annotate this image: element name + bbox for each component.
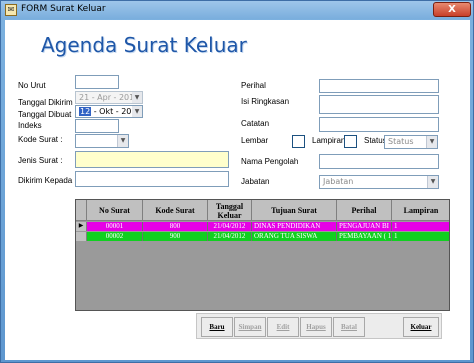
surat-grid[interactable]: No Surat Kode Surat Tanggal Keluar Tujua… [75, 199, 450, 311]
batal-button[interactable]: Batal [333, 317, 365, 337]
baru-button[interactable]: Baru [201, 317, 233, 337]
tanggal-dibuat-picker[interactable]: 12 - Okt - 2011 ▼ [75, 105, 143, 118]
cell-no-surat[interactable]: 00002 [87, 232, 143, 241]
dikirim-kepada-label: Dikirim Kepada [18, 176, 73, 185]
chevron-down-icon[interactable]: ▼ [427, 176, 438, 188]
dikirim-kepada-field[interactable] [75, 171, 229, 187]
grid-corner [76, 200, 87, 221]
jenis-surat-label: Jenis Surat : [18, 156, 63, 165]
page-title: Agenda Surat Keluar [41, 33, 247, 57]
cell-kode-surat[interactable]: 900 [143, 232, 208, 241]
col-header-tujuan-surat[interactable]: Tujuan Surat [252, 200, 337, 221]
row-selector [76, 232, 87, 241]
table-row[interactable]: 00002 900 21/04/2012 ORANG TUA SISWA PEM… [76, 232, 449, 241]
edit-button[interactable]: Edit [267, 317, 299, 337]
simpan-button[interactable]: Simpan [234, 317, 266, 337]
app-icon: ✉ [5, 4, 17, 16]
cell-lampiran[interactable]: 1 [392, 222, 450, 231]
cell-tujuan[interactable]: ORANG TUA SISWA [252, 232, 337, 241]
col-header-tanggal-keluar[interactable]: Tanggal Keluar [208, 200, 252, 221]
cell-kode-surat[interactable]: 800 [143, 222, 208, 231]
isi-ringkasan-field[interactable] [319, 95, 439, 114]
grid-header: No Surat Kode Surat Tanggal Keluar Tujua… [76, 200, 449, 221]
lampiran-label: Lampiran [312, 136, 346, 145]
table-row[interactable]: ▶ 00001 800 21/04/2012 DINAS PENDIDIKAN … [76, 222, 449, 231]
perihal-field[interactable] [319, 79, 439, 93]
catatan-label: Catatan [241, 119, 270, 128]
hapus-button[interactable]: Hapus [300, 317, 332, 337]
status-placeholder: Status [388, 137, 414, 146]
tanggal-dikirim-picker[interactable]: 21 - Apr - 2012 ▼ [75, 91, 143, 104]
col-header-lampiran[interactable]: Lampiran [392, 200, 450, 221]
tanggal-dikirim-label: Tanggal Dikirim [18, 98, 73, 107]
col-header-perihal[interactable]: Perihal [337, 200, 392, 221]
cell-no-surat[interactable]: 00001 [87, 222, 143, 231]
jabatan-placeholder: Jabatan [323, 177, 354, 186]
cell-perihal[interactable]: PEMBAYAAN ( 1 [337, 232, 392, 241]
cell-tanggal[interactable]: 21/04/2012 [208, 232, 252, 241]
nama-pengolah-field[interactable] [319, 154, 439, 169]
chevron-down-icon[interactable]: ▼ [117, 135, 128, 147]
indeks-label: Indeks [18, 121, 42, 130]
no-urut-label: No Urut [18, 81, 46, 90]
form-window: ✉ FORM Surat Keluar X Agenda Surat Kelua… [0, 0, 474, 363]
jabatan-select[interactable]: Jabatan ▼ [319, 175, 439, 189]
status-select[interactable]: Status ▼ [384, 135, 438, 149]
keluar-button[interactable]: Keluar [403, 317, 439, 337]
chevron-down-icon[interactable]: ▼ [132, 106, 142, 117]
row-selector-icon: ▶ [76, 222, 87, 231]
nama-pengolah-label: Nama Pengolah [241, 157, 299, 166]
lembar-label: Lembar [241, 136, 269, 145]
indeks-field[interactable] [75, 119, 119, 133]
lampiran-field[interactable] [344, 135, 357, 148]
cell-lampiran[interactable]: 1 [392, 232, 450, 241]
jabatan-label: Jabatan [241, 177, 270, 186]
catatan-field[interactable] [319, 117, 439, 132]
tanggal-dibuat-label: Tanggal Dibuat [18, 110, 72, 119]
kode-surat-select[interactable]: ▼ [75, 134, 129, 148]
button-bar: Baru Simpan Edit Hapus Batal Keluar [196, 313, 442, 339]
chevron-down-icon[interactable]: ▼ [426, 136, 437, 148]
kode-surat-label: Kode Surat : [18, 135, 63, 144]
perihal-label: Perihal [241, 81, 266, 90]
chevron-down-icon[interactable]: ▼ [132, 92, 142, 103]
lembar-field[interactable] [292, 135, 305, 148]
tanggal-dibuat-day: 12 [79, 107, 92, 116]
close-button[interactable]: X [433, 2, 471, 17]
col-header-kode-surat[interactable]: Kode Surat [143, 200, 208, 221]
window-title: FORM Surat Keluar [21, 4, 106, 14]
cell-tanggal[interactable]: 21/04/2012 [208, 222, 252, 231]
cell-tujuan[interactable]: DINAS PENDIDIKAN [252, 222, 337, 231]
jenis-surat-field[interactable] [75, 151, 229, 168]
isi-ringkasan-label: Isi Ringkasan [241, 97, 290, 106]
no-urut-field[interactable] [75, 75, 119, 89]
col-header-no-surat[interactable]: No Surat [87, 200, 143, 221]
tanggal-dikirim-value: 21 - Apr - 2012 [79, 93, 140, 102]
title-bar[interactable]: ✉ FORM Surat Keluar X [1, 1, 473, 19]
cell-perihal[interactable]: PENGAJUAN BI 2 [337, 222, 392, 231]
